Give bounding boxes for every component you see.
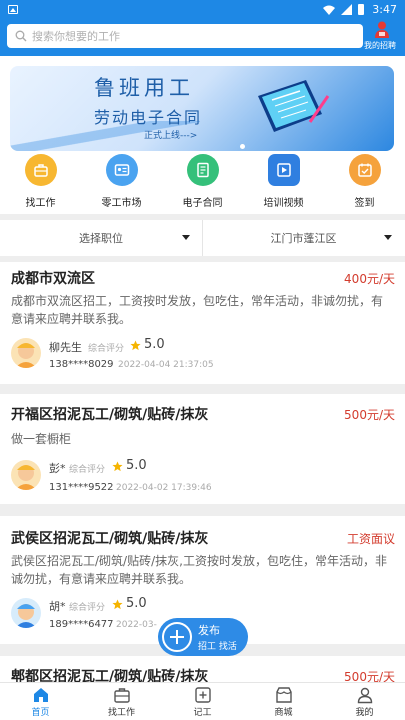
poster-name: 胡* [49, 600, 66, 613]
id-card-icon [105, 154, 138, 186]
publish-button[interactable]: 发布 招工 找活 [158, 618, 248, 656]
star-icon [130, 340, 141, 351]
post-time: 2022-04-02 17:39:46 [116, 483, 212, 493]
tab-find-job[interactable]: 找工作 [81, 683, 162, 720]
plus-circle-icon [162, 622, 192, 652]
status-bar: 3:47 [0, 0, 405, 20]
rating-score: 5.0 [144, 337, 165, 352]
signal-icon [341, 4, 353, 15]
rating-label: 综合评分 [69, 465, 106, 475]
publish-title: 发布 [198, 624, 220, 637]
banner-note: 正式上线---> [144, 131, 198, 141]
location-filter-label: 江门市蓬江区 [270, 232, 337, 245]
shop-icon [275, 687, 292, 703]
poster-name: 柳先生 [49, 341, 82, 354]
briefcase-icon [113, 688, 130, 703]
menu-label: 找工作 [25, 198, 56, 209]
my-recruit-label: 我的招聘 [364, 41, 396, 50]
contract-icon [186, 154, 219, 186]
job-card[interactable]: 成都市双流区 400元/天 成都市双流区招工，工资按时发放，包吃住，常年活动，非… [0, 262, 405, 384]
location-filter-dropdown[interactable]: 江门市蓬江区 [202, 220, 404, 256]
dropdown-arrow-icon [384, 235, 392, 240]
poster-phone: 138****8029 [49, 359, 114, 370]
tab-label: 我的 [355, 708, 374, 718]
job-title: 成都市双流区 [11, 271, 95, 287]
post-time: 2022-04-04 21:37:05 [118, 360, 214, 370]
filter-bar: 选择职位 江门市蓬江区 [0, 220, 405, 256]
job-description: 武侯区招泥瓦工/砌筑/贴砖/抹灰,工资按时发放，包吃住，常年活动，非诚勿扰，有意… [11, 554, 387, 586]
calendar-check-icon [348, 154, 381, 186]
my-recruit-button[interactable]: 我的招聘 [364, 21, 399, 51]
job-title: 开福区招泥瓦工/砌筑/贴砖/抹灰 [11, 407, 209, 423]
menu-gig-market[interactable]: 零工市场 [81, 154, 162, 214]
tab-label: 商城 [274, 708, 293, 718]
menu-label: 培训视频 [263, 198, 304, 209]
search-icon [15, 30, 27, 42]
rating-label: 综合评分 [88, 344, 125, 354]
menu-check-in[interactable]: 签到 [324, 154, 405, 214]
star-icon [112, 461, 123, 472]
star-icon [112, 599, 123, 610]
position-filter-label: 选择职位 [79, 232, 123, 245]
poster-name: 彭* [49, 462, 66, 475]
job-description: 成都市双流区招工，工资按时发放，包吃住，常年活动，非诚勿扰，有意请来应聘并联系我… [11, 294, 384, 326]
avatar [11, 460, 41, 490]
wifi-icon [323, 5, 336, 15]
quick-menu: 找工作 零工市场 电子合同 培训视频 签到 [0, 154, 405, 214]
tablet-contract-illustration [258, 80, 330, 132]
banner-subtitle: 劳动电子合同 [94, 108, 203, 127]
tab-home[interactable]: 首页 [0, 683, 81, 720]
menu-find-job[interactable]: 找工作 [0, 154, 81, 214]
menu-label: 签到 [354, 198, 375, 209]
job-title: 武侯区招泥瓦工/砌筑/贴砖/抹灰 [11, 531, 209, 547]
banner-pager-dot[interactable] [240, 144, 245, 149]
search-placeholder: 搜索你想要的工作 [32, 30, 120, 43]
bottom-tab-bar: 首页 找工作 记工 商城 我的 [0, 682, 405, 720]
tab-mine[interactable]: 我的 [324, 683, 405, 720]
battery-icon [358, 4, 365, 15]
status-time: 3:47 [372, 3, 397, 16]
post-time: 2022-03- [116, 620, 157, 630]
video-icon [267, 154, 300, 186]
poster-phone: 131****9522 [49, 482, 114, 493]
tab-label: 找工作 [107, 708, 135, 718]
briefcase-icon [24, 154, 57, 186]
tab-record-work[interactable]: 记工 [162, 683, 243, 720]
tab-label: 首页 [31, 708, 50, 718]
menu-label: 零工市场 [101, 198, 142, 209]
position-filter-dropdown[interactable]: 选择职位 [0, 220, 202, 256]
job-description: 做一套橱柜 [11, 432, 72, 446]
plus-square-icon [194, 687, 211, 703]
search-input[interactable]: 搜索你想要的工作 [7, 24, 363, 48]
tab-label: 记工 [193, 708, 212, 718]
menu-training-video[interactable]: 培训视频 [243, 154, 324, 214]
home-icon [33, 688, 48, 702]
job-salary: 500元/天 [344, 408, 395, 422]
publish-subtitle: 招工 找活 [198, 642, 237, 652]
avatar [11, 598, 41, 628]
tab-shop[interactable]: 商城 [243, 683, 324, 720]
job-card[interactable]: 开福区招泥瓦工/砌筑/贴砖/抹灰 500元/天 做一套橱柜 彭* 综合评分 5.… [0, 394, 405, 504]
job-salary: 400元/天 [344, 272, 395, 286]
rating-score: 5.0 [126, 596, 147, 611]
image-notification-icon [8, 5, 18, 14]
banner-title: 鲁班用工 [94, 76, 194, 100]
dropdown-arrow-icon [182, 235, 190, 240]
rating-label: 综合评分 [69, 603, 106, 613]
promo-banner[interactable]: 鲁班用工 劳动电子合同 正式上线---> [10, 66, 394, 151]
person-icon [357, 687, 372, 704]
banner-section: 鲁班用工 劳动电子合同 正式上线---> [0, 56, 405, 154]
rating-score: 5.0 [126, 458, 147, 473]
header: 搜索你想要的工作 我的招聘 [0, 20, 405, 56]
avatar [11, 338, 41, 368]
job-salary: 工资面议 [346, 532, 395, 546]
menu-e-contract[interactable]: 电子合同 [162, 154, 243, 214]
job-card[interactable]: 郫都区招泥瓦工/砌筑/贴砖/抹灰 500元/天 [0, 656, 405, 685]
menu-label: 电子合同 [182, 198, 223, 209]
recruit-person-icon [375, 21, 389, 38]
poster-phone: 189****6477 [49, 619, 114, 630]
